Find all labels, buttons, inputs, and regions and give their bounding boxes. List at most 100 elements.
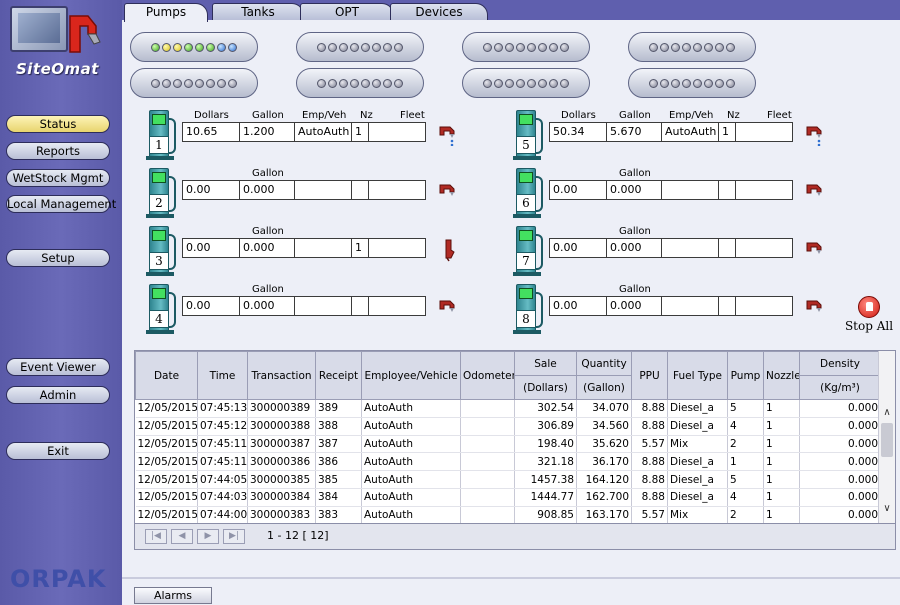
status-led-icon <box>394 78 403 88</box>
pump-field-value <box>718 296 736 316</box>
status-button[interactable]: Status <box>6 115 110 133</box>
stop-all-button[interactable]: Stop All <box>844 296 894 333</box>
table-cell <box>460 488 515 507</box>
table-row[interactable]: 12/05/2015 07:44:05 300000385 385 AutoAuth 14… <box>135 470 881 489</box>
sidebar: SiteOmat Status Reports WetStock Mgmt Lo… <box>0 0 122 605</box>
fuel-pump-icon[interactable]: 5 <box>513 108 543 160</box>
table-cell: 0.000 <box>799 488 881 507</box>
status-led-icon <box>693 42 702 52</box>
column-header[interactable]: Sale <box>514 351 577 376</box>
reports-button[interactable]: Reports <box>6 142 110 160</box>
bottom-bar: Alarms <box>122 577 900 605</box>
table-cell: 8.88 <box>631 470 668 489</box>
status-led-icon <box>206 78 215 88</box>
pump-1[interactable]: 1 Dollars Gallon Emp/Veh Nz Fleet 10.65 1.200 Au… <box>136 108 456 160</box>
event-viewer-button[interactable]: Event Viewer <box>6 358 110 376</box>
column-header[interactable]: PPU <box>631 351 668 400</box>
table-row[interactable]: 12/05/2015 07:45:13 300000389 389 AutoAuth 30… <box>135 399 881 418</box>
nozzle-dripping-icon[interactable] <box>805 122 823 146</box>
nozzle-icon[interactable] <box>438 180 456 204</box>
pump-3[interactable]: 3 Gallon 0.00 0.000 1 <box>136 224 456 276</box>
fuel-pump-icon[interactable]: 2 <box>146 166 176 218</box>
table-cell: 389 <box>315 399 362 418</box>
table-row[interactable]: 12/05/2015 07:45:11 300000386 386 AutoAuth 32… <box>135 452 881 472</box>
column-header[interactable]: Date <box>135 351 198 400</box>
table-cell: 1 <box>763 506 800 523</box>
table-row[interactable]: 12/05/2015 07:45:12 300000388 388 AutoAuth 30… <box>135 417 881 436</box>
pump-field-value <box>735 122 793 142</box>
nozzle-icon[interactable] <box>805 238 823 262</box>
scroll-thumb[interactable] <box>881 423 893 457</box>
fuel-pump-icon[interactable]: 6 <box>513 166 543 218</box>
pump-5[interactable]: 5 Dollars Gallon Emp/Veh Nz Fleet 50.34 5.670 Au… <box>503 108 823 160</box>
table-cell: 35.620 <box>576 435 632 454</box>
status-led-icon <box>660 42 669 52</box>
pump-2[interactable]: 2 Gallon 0.00 0.000 <box>136 166 456 218</box>
alarms-button[interactable]: Alarms <box>134 587 212 604</box>
pump-field-value: 0.00 <box>549 238 607 258</box>
column-header[interactable]: Density <box>799 351 881 376</box>
table-cell: 300000384 <box>247 488 316 507</box>
nozzle-icon[interactable] <box>438 296 456 320</box>
table-scrollbar[interactable]: ∧ ∨ <box>878 351 895 523</box>
fuel-pump-icon[interactable]: 7 <box>513 224 543 276</box>
column-header[interactable]: Pump <box>727 351 764 400</box>
column-subheader[interactable]: (Dollars) <box>514 375 577 400</box>
column-header[interactable]: Receipt <box>315 351 362 400</box>
local-management-button[interactable]: Local Management <box>6 195 116 213</box>
tab-pumps[interactable]: Pumps <box>124 3 208 22</box>
first-page-icon[interactable]: |◀ <box>145 529 167 544</box>
prev-page-icon[interactable]: ◀ <box>171 529 193 544</box>
column-header[interactable]: Fuel Type <box>667 351 728 400</box>
tab-opt[interactable]: OPT <box>300 3 394 21</box>
admin-button[interactable]: Admin <box>6 386 110 404</box>
column-header[interactable]: Quantity <box>576 351 632 376</box>
tab-devices[interactable]: Devices <box>390 3 488 21</box>
tab-tanks[interactable]: Tanks <box>212 3 304 21</box>
table-cell: 0.000 <box>799 417 881 436</box>
pump-field-value <box>294 180 352 200</box>
status-led-icon <box>483 78 492 88</box>
pump-6[interactable]: 6 Gallon 0.00 0.000 <box>503 166 823 218</box>
scroll-up-icon[interactable]: ∧ <box>879 405 895 421</box>
fuel-pump-icon[interactable]: 8 <box>513 282 543 334</box>
table-cell: 1 <box>763 488 800 507</box>
column-header[interactable]: Nozzle <box>763 351 800 400</box>
table-cell: 07:45:11 <box>197 452 248 472</box>
pump-field-value <box>294 296 352 316</box>
status-led-icon <box>494 42 503 52</box>
next-page-icon[interactable]: ▶ <box>197 529 219 544</box>
fuel-pump-icon[interactable]: 4 <box>146 282 176 334</box>
last-page-icon[interactable]: ▶| <box>223 529 245 544</box>
exit-button[interactable]: Exit <box>6 442 110 460</box>
pump-field-value <box>735 296 793 316</box>
table-cell: 0.000 <box>799 435 881 454</box>
column-header[interactable]: Odometer <box>460 351 515 400</box>
pump-7[interactable]: 7 Gallon 0.00 0.000 <box>503 224 823 276</box>
column-subheader[interactable]: (Kg/m³) <box>799 375 881 400</box>
column-header[interactable]: Employee/Vehicle <box>361 351 461 400</box>
pump-8[interactable]: 8 Gallon 0.00 0.000 <box>503 282 823 334</box>
nozzle-lifted-icon[interactable] <box>438 238 456 262</box>
nozzle-icon[interactable] <box>805 296 823 320</box>
scroll-down-icon[interactable]: ∨ <box>879 501 895 517</box>
table-cell: 383 <box>315 506 362 523</box>
fuel-pump-icon[interactable]: 1 <box>146 108 176 160</box>
status-led-icon <box>350 42 359 52</box>
column-header[interactable]: Time <box>197 351 248 400</box>
column-subheader[interactable]: (Gallon) <box>576 375 632 400</box>
pump-4[interactable]: 4 Gallon 0.00 0.000 <box>136 282 456 334</box>
pump-header: Dollars <box>194 110 229 121</box>
table-row[interactable]: 12/05/2015 07:45:11 300000387 387 AutoAuth 19… <box>135 435 881 454</box>
setup-button[interactable]: Setup <box>6 249 110 267</box>
status-led-icon <box>660 78 669 88</box>
table-row[interactable]: 12/05/2015 07:44:00 300000383 383 AutoAuth 90… <box>135 506 881 523</box>
table-row[interactable]: 12/05/2015 07:44:03 300000384 384 AutoAuth 14… <box>135 488 881 507</box>
wetstock-mgmt-button[interactable]: WetStock Mgmt <box>6 169 110 187</box>
column-header[interactable]: Transaction <box>247 351 316 400</box>
fuel-pump-icon[interactable]: 3 <box>146 224 176 276</box>
nozzle-icon[interactable] <box>805 180 823 204</box>
pump-field-value <box>718 238 736 258</box>
nozzle-dripping-icon[interactable] <box>438 122 456 146</box>
pump-field-value: 0.000 <box>239 238 295 258</box>
